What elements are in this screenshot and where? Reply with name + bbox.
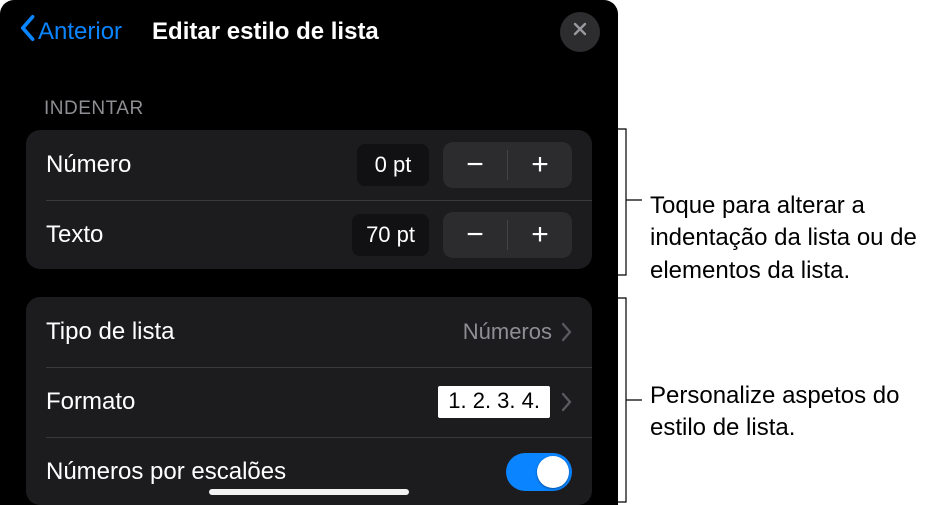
settings-panel: Anterior Editar estilo de lista Indentar… [0,0,618,505]
close-icon [572,21,588,42]
format-preview: 1. 2. 3. 4. [438,386,550,418]
indent-number-increment[interactable]: + [508,142,572,188]
indent-number-stepper: − + [443,142,572,188]
callout-indent: Toque para alterar a indentação da lista… [650,190,950,287]
chevron-left-icon [18,14,36,49]
indent-number-row: Número 0 pt − + [26,130,592,200]
format-label: Formato [46,388,438,416]
panel-title: Editar estilo de lista [152,18,560,46]
back-label: Anterior [38,18,122,46]
indent-text-label: Texto [46,221,352,249]
tiered-numbers-toggle[interactable] [506,453,572,491]
list-type-label: Tipo de lista [46,318,463,346]
indent-text-row: Texto 70 pt − + [26,200,592,269]
format-row[interactable]: Formato 1. 2. 3. 4. [26,367,592,437]
indent-text-value: 70 pt [352,214,429,256]
tiered-numbers-label: Números por escalões [46,458,506,486]
indent-text-decrement[interactable]: − [443,212,507,258]
style-group: Tipo de lista Números Formato 1. 2. 3. 4… [26,297,592,505]
callout-style: Personalize aspetos do estilo de lista. [650,380,950,445]
panel-header: Anterior Editar estilo de lista [0,0,618,64]
indent-text-stepper: − + [443,212,572,258]
indent-number-decrement[interactable]: − [443,142,507,188]
back-button[interactable]: Anterior [18,14,122,49]
indent-number-value: 0 pt [357,144,429,186]
indent-number-label: Número [46,151,357,179]
indent-group: Número 0 pt − + Texto 70 pt − + [26,130,592,269]
chevron-right-icon [560,392,572,412]
chevron-right-icon [560,322,572,342]
list-type-value: Números [463,319,552,345]
annotations-area: Toque para alterar a indentação da lista… [618,0,950,505]
list-type-row[interactable]: Tipo de lista Números [26,297,592,367]
home-indicator [209,489,409,495]
close-button[interactable] [560,12,600,52]
toggle-knob [537,456,569,488]
indent-text-increment[interactable]: + [508,212,572,258]
section-label-indent: Indentar [0,64,618,130]
